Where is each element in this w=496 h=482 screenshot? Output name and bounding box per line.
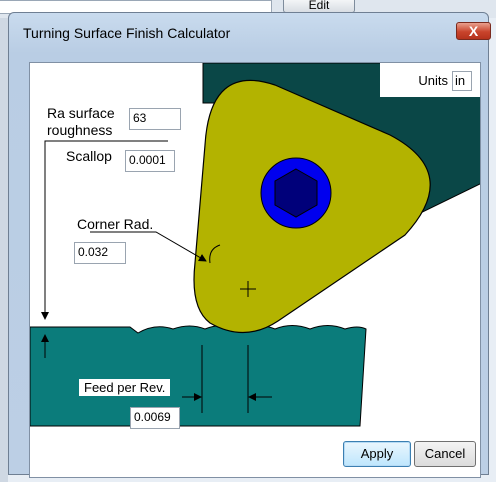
units-field[interactable]: in — [452, 71, 472, 91]
cancel-button[interactable]: Cancel — [414, 441, 476, 467]
ra-input[interactable]: 63 — [129, 108, 181, 130]
scallop-label: Scallop — [66, 148, 112, 164]
corner-radius-label: Corner Rad. — [77, 216, 154, 232]
close-icon: X — [468, 23, 479, 39]
ra-label-line2: roughness — [47, 122, 113, 138]
dialog-client-area: Units in Ra surface roughness 63 Scallop… — [29, 62, 481, 478]
workpiece — [30, 325, 367, 427]
scallop-input[interactable]: 0.0001 — [125, 150, 175, 172]
corner-radius-input[interactable]: 0.032 — [74, 242, 126, 264]
feed-input[interactable]: 0.0069 — [130, 407, 180, 429]
dialog-window: Turning Surface Finish Calculator X Unit… — [8, 12, 491, 478]
background-sidebar — [0, 18, 8, 482]
ra-label-line1: Ra surface — [47, 105, 115, 121]
close-button[interactable]: X — [456, 22, 491, 40]
dialog-title: Turning Surface Finish Calculator — [23, 25, 231, 41]
units-label: Units — [418, 73, 448, 88]
apply-button[interactable]: Apply — [343, 441, 411, 467]
feed-label: Feed per Rev. — [79, 379, 171, 396]
